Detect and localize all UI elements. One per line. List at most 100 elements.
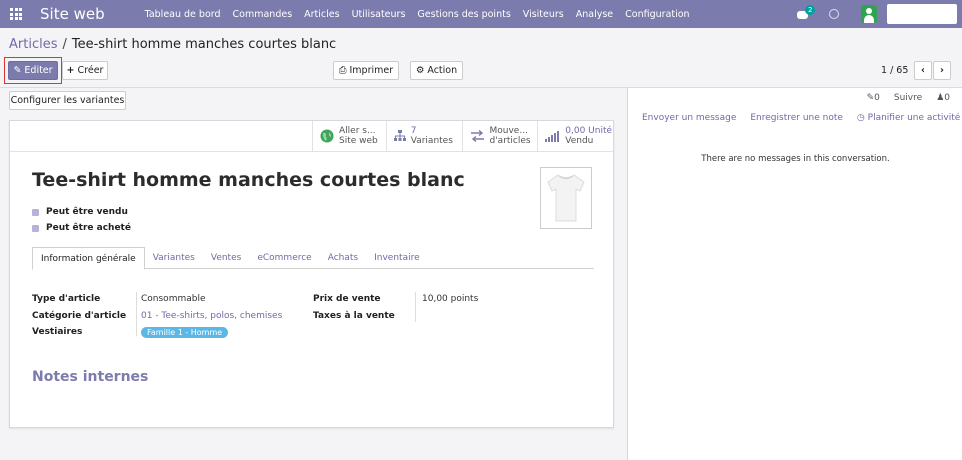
- form-tabs: Information générale Variantes Ventes eC…: [32, 247, 594, 270]
- followers-button[interactable]: ♟0: [936, 93, 950, 103]
- product-image[interactable]: [540, 167, 592, 229]
- signal-icon: [545, 131, 560, 142]
- internal-notes-title: Notes internes: [32, 369, 149, 385]
- configure-variants-button[interactable]: Configurer les variantes: [9, 91, 126, 110]
- attachments-button[interactable]: ✎0: [867, 93, 880, 103]
- can-be-purchased-row: Peut être acheté: [32, 223, 131, 233]
- left-field-divider: [136, 292, 137, 336]
- pager-value[interactable]: 1 / 65: [881, 65, 908, 76]
- type-value[interactable]: Consommable: [141, 294, 206, 304]
- pager-next-button[interactable]: ›: [933, 61, 951, 80]
- smart-website-line1: Aller s...: [339, 126, 376, 136]
- action-button[interactable]: ⚙ Action: [410, 61, 463, 80]
- tab-purchases[interactable]: Achats: [320, 247, 366, 268]
- chatter-actions: Envoyer un message Enregistrer une note …: [642, 113, 960, 123]
- tshirt-image: [547, 174, 585, 222]
- no-messages-text: There are no messages in this conversati…: [701, 154, 890, 164]
- smart-moves-line1: Mouve...: [489, 126, 528, 136]
- smart-button-moves[interactable]: Mouve... d'articles: [463, 121, 539, 151]
- breadcrumb-articles[interactable]: Articles: [9, 37, 57, 52]
- form-sheet: Aller s... Site web 7 Variantes Mouve...…: [9, 120, 615, 428]
- smart-moves-line2: d'articles: [489, 136, 531, 146]
- can-be-sold-label: Peut être vendu: [46, 207, 128, 217]
- menu-item-users[interactable]: Utilisateurs: [346, 9, 412, 20]
- menu-item-visitors[interactable]: Visiteurs: [517, 9, 570, 20]
- right-field-divider: [415, 292, 416, 322]
- category-label: Catégorie d'article: [32, 311, 127, 321]
- menu-item-analysis[interactable]: Analyse: [570, 9, 619, 20]
- menu-item-configuration[interactable]: Configuration: [619, 9, 695, 20]
- main-menu: Tableau de bord Commandes Articles Utili…: [139, 9, 696, 20]
- taxes-label: Taxes à la vente: [313, 311, 395, 321]
- tab-general-info[interactable]: Information générale: [32, 247, 145, 270]
- menu-item-articles[interactable]: Articles: [298, 9, 345, 20]
- tab-variants[interactable]: Variantes: [145, 247, 203, 268]
- plus-icon: +: [66, 65, 75, 76]
- followers-count: 0: [944, 93, 950, 103]
- smart-variants-count: 7: [410, 126, 417, 136]
- smart-button-sold[interactable]: 0,00 Unité Vendu: [538, 121, 615, 151]
- product-title: Tee-shirt homme manches courtes blanc: [32, 169, 465, 191]
- tab-sales[interactable]: Ventes: [203, 247, 249, 268]
- log-note-button[interactable]: Enregistrer une note: [750, 113, 843, 123]
- chevron-right-icon: ›: [940, 65, 944, 76]
- smart-sold-label: Vendu: [565, 136, 594, 146]
- attachments-count: 0: [874, 93, 880, 103]
- pencil-icon: ✎: [13, 65, 22, 76]
- exchange-icon: [470, 130, 484, 142]
- tab-ecommerce[interactable]: eCommerce: [249, 247, 319, 268]
- user-avatar[interactable]: [861, 5, 877, 23]
- price-label: Prix de vente: [313, 294, 381, 304]
- print-icon: ⎙: [338, 65, 347, 76]
- smart-website-line2: Site web: [339, 136, 378, 146]
- clock-icon: ◷: [856, 113, 865, 123]
- edit-button[interactable]: ✎ Editer: [8, 61, 58, 80]
- user-menu[interactable]: [887, 4, 957, 24]
- send-message-button[interactable]: Envoyer un message: [642, 113, 736, 123]
- messages-badge: 2: [805, 5, 816, 15]
- chatter-topbar: ✎0 Suivre ♟0: [867, 93, 950, 103]
- smart-buttons-divider: [10, 151, 615, 152]
- smart-buttons: Aller s... Site web 7 Variantes Mouve...…: [312, 121, 615, 151]
- smart-button-variants[interactable]: 7 Variantes: [387, 121, 463, 151]
- breadcrumb-current: Tee-shirt homme manches courtes blanc: [71, 37, 337, 52]
- navbar-systray: 2: [797, 4, 957, 24]
- smart-sold-value: 0,00 Unité: [565, 126, 613, 136]
- apps-menu-icon[interactable]: [10, 8, 22, 20]
- edit-button-label: Editer: [24, 65, 53, 76]
- pager-previous-button[interactable]: ‹: [914, 61, 932, 80]
- tab-inventory[interactable]: Inventaire: [366, 247, 428, 268]
- menu-item-points[interactable]: Gestions des points: [411, 9, 516, 20]
- print-button[interactable]: ⎙ Imprimer: [333, 61, 399, 80]
- messages-icon[interactable]: 2: [797, 5, 816, 20]
- smart-variants-label: Variantes: [410, 136, 453, 146]
- create-button-label: Créer: [77, 65, 104, 76]
- vestiaires-tag[interactable]: Famille 1 - Homme: [141, 327, 229, 338]
- can-be-purchased-checkbox[interactable]: [32, 224, 39, 232]
- vestiaires-label: Vestiaires: [32, 327, 83, 337]
- sitemap-icon: [393, 130, 406, 141]
- chatter-panel: ✎0 Suivre ♟0 Envoyer un message Enregist…: [627, 88, 962, 460]
- globe-icon: [320, 129, 334, 143]
- activity-clock-icon[interactable]: [829, 9, 839, 19]
- top-navbar: Site web Tableau de bord Commandes Artic…: [0, 0, 962, 28]
- breadcrumb: Articles / Tee-shirt homme manches courtes…: [9, 37, 336, 52]
- price-value[interactable]: 10,00 points: [422, 294, 478, 304]
- schedule-activity-button[interactable]: ◷ Planifier une activité: [857, 113, 960, 123]
- breadcrumb-separator: /: [62, 37, 67, 52]
- follow-button[interactable]: Suivre: [894, 93, 922, 103]
- category-value[interactable]: 01 - Tee-shirts, polos, chemises: [141, 311, 282, 321]
- schedule-activity-label: Planifier une activité: [867, 113, 961, 123]
- type-label: Type d'article: [32, 294, 101, 304]
- menu-item-orders[interactable]: Commandes: [227, 9, 299, 20]
- can-be-purchased-label: Peut être acheté: [46, 223, 131, 233]
- can-be-sold-row: Peut être vendu: [32, 207, 128, 217]
- app-brand[interactable]: Site web: [40, 5, 105, 23]
- chevron-left-icon: ‹: [921, 65, 925, 76]
- menu-item-dashboard[interactable]: Tableau de bord: [139, 9, 227, 20]
- can-be-sold-checkbox[interactable]: [32, 208, 39, 216]
- gear-icon: ⚙: [415, 65, 425, 76]
- smart-button-website[interactable]: Aller s... Site web: [313, 121, 387, 151]
- create-button[interactable]: + Créer: [62, 61, 108, 80]
- print-button-label: Imprimer: [349, 65, 394, 76]
